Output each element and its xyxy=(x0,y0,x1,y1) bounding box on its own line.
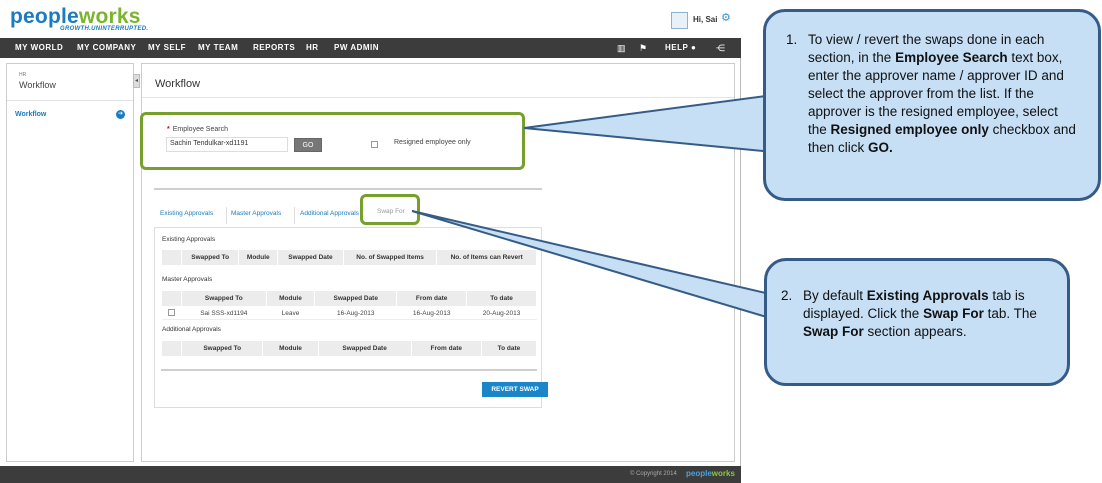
callout-2-pointer xyxy=(411,210,771,320)
callout-1-number: 1. xyxy=(786,32,798,47)
callout-2: 2. By default Existing Approvals tab is … xyxy=(764,258,1070,386)
callout-1-text: To view / revert the swaps done in each … xyxy=(808,31,1078,157)
callout-text: section appears. xyxy=(863,324,967,339)
callout-text-bold: Swap For xyxy=(803,324,864,339)
callout-2-number: 2. xyxy=(781,288,793,303)
callout-text-bold: Existing Approvals xyxy=(866,288,989,303)
callout-1: 1. To view / revert the swaps done in ea… xyxy=(763,9,1101,201)
callout-text: By default xyxy=(803,288,867,303)
callout-text-bold: GO. xyxy=(868,140,893,155)
callout-text: tab. The xyxy=(983,306,1037,321)
callout-text-bold: Resigned employee only xyxy=(830,122,989,137)
callout-1-pointer xyxy=(523,93,774,154)
callout-text-bold: Swap For xyxy=(923,306,984,321)
callout-text-bold: Employee Search xyxy=(895,50,1008,65)
callout-2-text: By default Existing Approvals tab is dis… xyxy=(803,287,1053,341)
